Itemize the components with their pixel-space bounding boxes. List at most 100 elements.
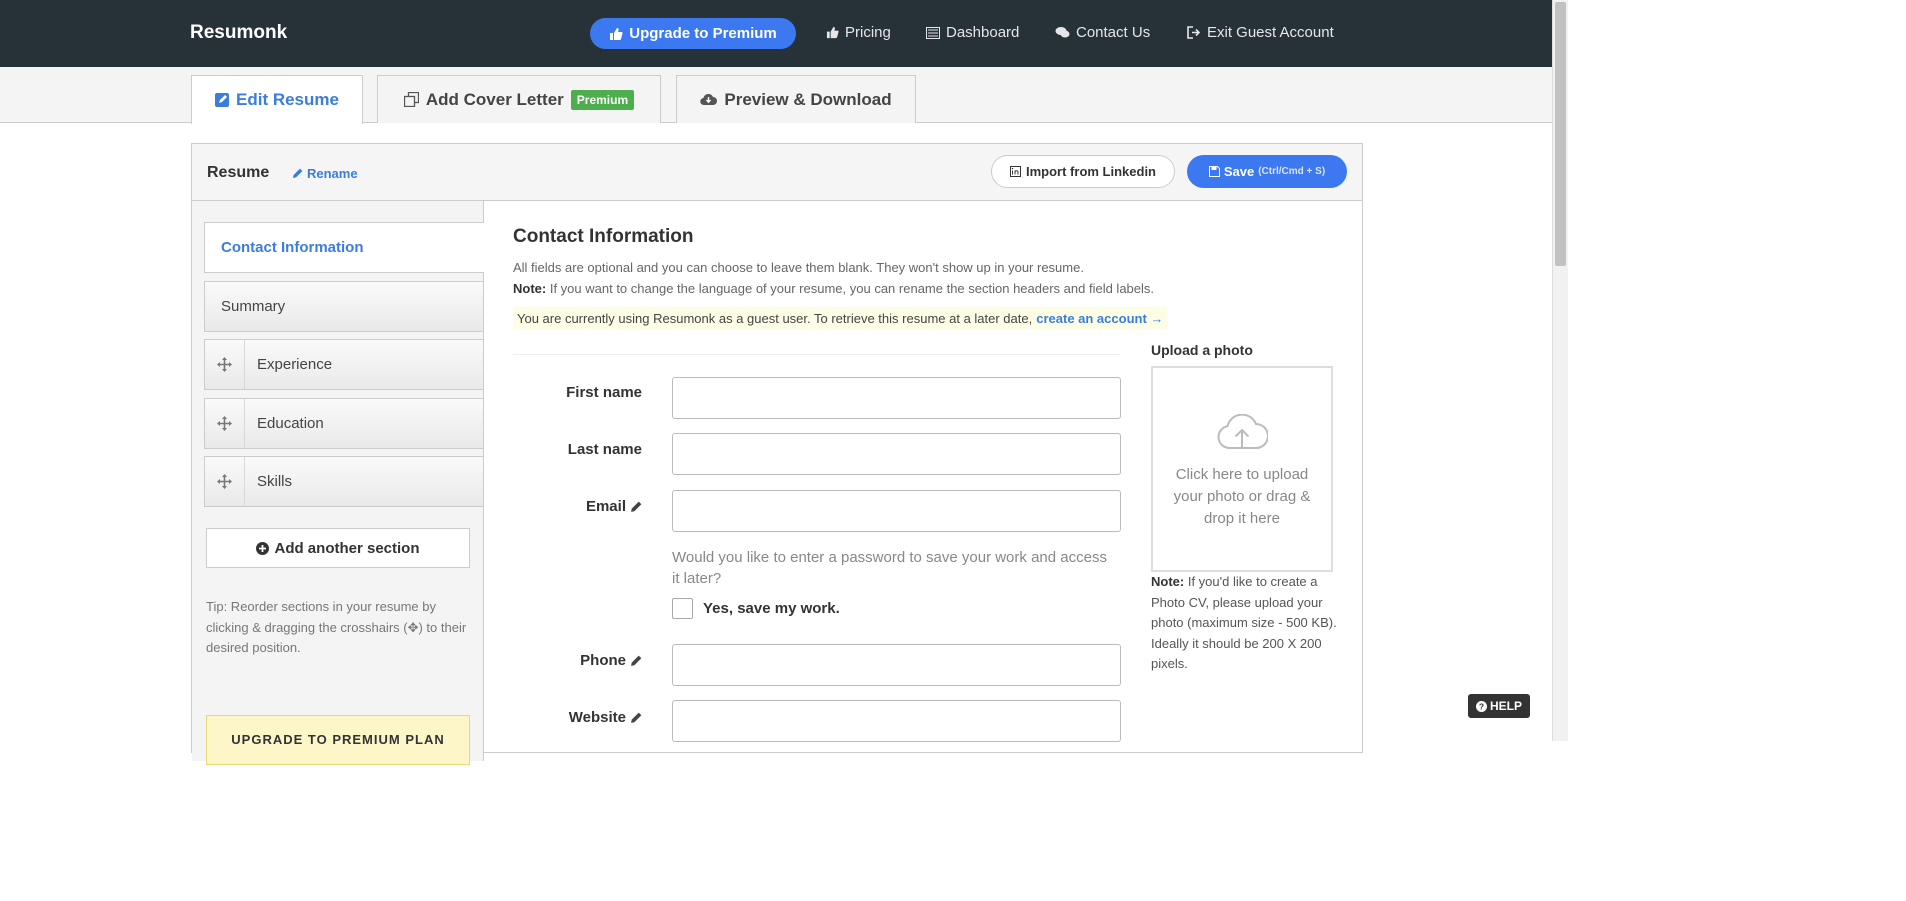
phone-label: Phone: [507, 652, 642, 669]
email-input[interactable]: [672, 490, 1121, 532]
editor-tab-strip: Edit Resume Add Cover Letter Premium Pre…: [0, 67, 1552, 124]
description-line-2: Note: If you want to change the language…: [513, 279, 1154, 300]
sidebar-item-label: Skills: [257, 473, 293, 490]
rename-label: Rename: [307, 166, 358, 181]
website-label-text: Website: [568, 709, 626, 726]
reorder-tip: Tip: Reorder sections in your resume by …: [206, 599, 467, 655]
sidebar-item-experience[interactable]: Experience: [204, 339, 484, 390]
save-label: Save: [1223, 164, 1255, 179]
sign-out-icon: [1187, 26, 1201, 39]
nav-dashboard-label: Dashboard: [946, 24, 1020, 41]
cloud-upload-icon: [1216, 414, 1268, 450]
page-scrollbar[interactable]: [1552, 0, 1568, 741]
website-input[interactable]: [672, 700, 1121, 742]
last-name-label-text: Last name: [567, 441, 642, 458]
sidebar-item-label: Education: [257, 415, 324, 432]
sidebar-item-education[interactable]: Education: [204, 398, 484, 449]
thumbs-up-icon: [826, 26, 839, 39]
nav-exit-label: Exit Guest Account: [1207, 24, 1334, 41]
upgrade-premium-label: Upgrade to Premium: [629, 25, 777, 42]
first-name-label-text: First name: [566, 384, 642, 401]
pencil-icon: [292, 168, 303, 179]
note-label: Note:: [513, 280, 547, 296]
description-line-1: All fields are optional and you can choo…: [513, 260, 1084, 275]
sidebar-item-skills[interactable]: Skills: [204, 456, 484, 507]
section-sidebar: Contact Information Summary Experience E…: [192, 201, 484, 765]
section-description: All fields are optional and you can choo…: [513, 258, 1154, 299]
last-name-input[interactable]: [672, 433, 1121, 475]
list-icon: [926, 26, 940, 39]
copy-icon: [403, 92, 419, 107]
scrollbar-thumb[interactable]: [1555, 2, 1566, 266]
phone-input[interactable]: [672, 644, 1121, 686]
photo-note: Note: If you'd like to create a Photo CV…: [1151, 572, 1337, 675]
save-work-checkbox[interactable]: [672, 598, 693, 619]
photo-upload-text: Click here to upload your photo or drag …: [1173, 466, 1311, 527]
help-button[interactable]: ? HELP: [1468, 694, 1530, 718]
nav-pricing-label: Pricing: [845, 24, 891, 41]
add-section-button[interactable]: Add another section: [206, 528, 470, 568]
section-heading: Contact Information: [513, 226, 694, 247]
brand-logo[interactable]: Resumonk: [190, 22, 287, 44]
add-section-label: Add another section: [274, 539, 420, 557]
create-account-link[interactable]: create an account →: [1036, 311, 1163, 326]
pencil-icon[interactable]: [630, 501, 642, 513]
nav-contact-label: Contact Us: [1076, 24, 1151, 41]
tab-add-cover-letter-label: Add Cover Letter: [425, 89, 564, 109]
thumbs-up-icon: [609, 27, 623, 41]
save-button[interactable]: Save (Ctrl/Cmd + S): [1187, 155, 1347, 188]
sidebar-item-contact-information[interactable]: Contact Information: [204, 222, 484, 273]
resume-editor-panel: Resume Rename Import from Linkedin Save …: [191, 143, 1363, 765]
photo-upload-dropzone[interactable]: Click here to upload your photo or drag …: [1151, 366, 1333, 572]
crosshairs-drag-icon[interactable]: [205, 399, 245, 448]
password-question: Would you like to enter a password to sa…: [672, 549, 1107, 587]
first-name-label: First name: [507, 384, 642, 401]
phone-label-text: Phone: [580, 652, 626, 669]
sidebar-item-summary[interactable]: Summary: [204, 281, 484, 332]
nav-contact-link[interactable]: Contact Us: [1055, 24, 1150, 41]
edit-icon: [215, 93, 229, 107]
tab-preview-download[interactable]: Preview & Download: [676, 75, 916, 123]
floppy-disk-icon: [1208, 166, 1220, 177]
panel-header: Resume Rename Import from Linkedin Save …: [192, 144, 1362, 201]
pencil-icon[interactable]: [630, 712, 642, 724]
sidebar-item-label: Contact Information: [221, 239, 364, 256]
rename-link[interactable]: Rename: [292, 166, 358, 181]
sidebar-item-label: Summary: [221, 298, 286, 315]
linkedin-icon: [1010, 166, 1021, 177]
email-label-text: Email: [585, 498, 626, 515]
nav-dashboard-link[interactable]: Dashboard: [926, 24, 1019, 41]
import-linkedin-button[interactable]: Import from Linkedin: [991, 155, 1175, 188]
tab-edit-resume-label: Edit Resume: [236, 90, 339, 109]
sidebar-item-label: Experience: [257, 356, 333, 373]
tab-edit-resume[interactable]: Edit Resume: [191, 75, 363, 124]
top-navbar: Resumonk Upgrade to Premium Pricing Dash…: [0, 0, 1552, 67]
tab-preview-download-label: Preview & Download: [724, 89, 892, 109]
upgrade-premium-button[interactable]: Upgrade to Premium: [590, 18, 796, 49]
chat-bubbles-icon: [1055, 26, 1070, 39]
nav-pricing-link[interactable]: Pricing: [826, 24, 891, 41]
note-text: If you want to change the language of yo…: [549, 280, 1155, 296]
tab-add-cover-letter[interactable]: Add Cover Letter Premium: [377, 75, 661, 123]
guest-user-notice: You are currently using Resumonk as a gu…: [513, 307, 1168, 329]
plus-circle-icon: [256, 541, 270, 555]
nav-exit-link[interactable]: Exit Guest Account: [1187, 24, 1334, 41]
crosshairs-drag-icon[interactable]: [205, 340, 245, 389]
save-work-label[interactable]: Yes, save my work.: [703, 600, 840, 617]
import-linkedin-label: Import from Linkedin: [1026, 164, 1156, 179]
svg-text:?: ?: [1479, 701, 1484, 711]
pencil-icon[interactable]: [630, 655, 642, 667]
email-label: Email: [507, 498, 642, 515]
crosshairs-drag-icon[interactable]: [205, 457, 245, 506]
guest-notice-text: You are currently using Resumonk as a gu…: [517, 310, 1033, 326]
upload-photo-title: Upload a photo: [1151, 342, 1253, 358]
website-label: Website: [507, 709, 642, 726]
resume-title: Resume: [207, 164, 270, 181]
divider: [513, 354, 1120, 355]
first-name-input[interactable]: [672, 377, 1121, 419]
upgrade-plan-banner[interactable]: UPGRADE TO PREMIUM PLAN: [206, 715, 470, 765]
last-name-label: Last name: [507, 441, 642, 458]
save-shortcut-hint: (Ctrl/Cmd + S): [1258, 166, 1326, 177]
help-label: HELP: [1489, 699, 1522, 713]
cloud-download-icon: [700, 93, 718, 106]
